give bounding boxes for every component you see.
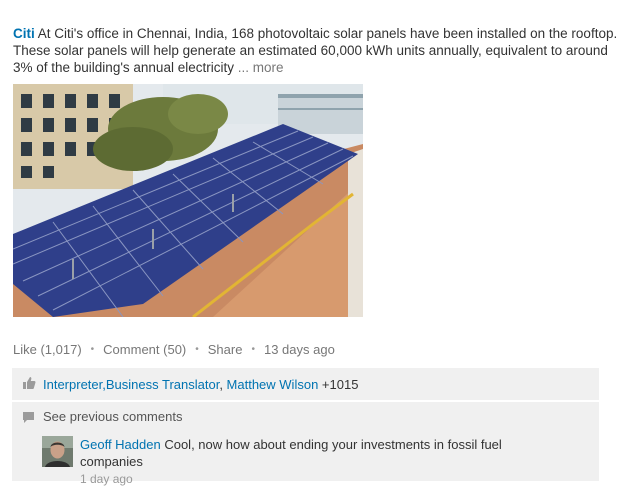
separator-dot: • — [251, 344, 255, 355]
like-button[interactable]: Like (1,017) — [13, 342, 82, 357]
post-ellipsis: ... — [233, 60, 253, 75]
comments-section: See previous comments Geoff Hadden Cool,… — [12, 402, 599, 486]
comment-button[interactable]: Comment (50) — [103, 342, 186, 357]
separator-dot: • — [195, 344, 199, 355]
liker-link[interactable]: Interpreter,Business Translator — [43, 377, 219, 392]
commenter-avatar[interactable] — [42, 436, 73, 467]
likes-more-count[interactable]: +1015 — [318, 377, 359, 392]
comment-timestamp: 1 day ago — [80, 472, 133, 486]
comment-bubble-icon — [23, 412, 34, 423]
post-author-link[interactable]: Citi — [13, 26, 35, 41]
see-previous-comments-link[interactable]: See previous comments — [43, 409, 182, 424]
post-image[interactable] — [13, 84, 363, 317]
post-text: Citi At Citi's office in Chennai, India,… — [13, 25, 623, 76]
likes-summary: Interpreter,Business Translator, Matthew… — [12, 368, 599, 400]
share-button[interactable]: Share — [208, 342, 243, 357]
post-actions: Like (1,017) • Comment (50) • Share • 13… — [13, 342, 335, 357]
more-link[interactable]: more — [253, 60, 284, 75]
thumbs-up-icon — [23, 377, 36, 389]
separator-dot: • — [90, 344, 95, 355]
likers-list: Interpreter,Business Translator, Matthew… — [43, 377, 358, 392]
post-body: At Citi's office in Chennai, India, 168 … — [13, 26, 618, 75]
commenter-name-link[interactable]: Geoff Hadden — [80, 437, 161, 452]
post-timestamp: 13 days ago — [263, 342, 335, 357]
liker-link[interactable]: Matthew Wilson — [227, 377, 319, 392]
comment-text: Geoff Hadden Cool, now how about ending … — [80, 436, 550, 470]
liker-separator: , — [219, 377, 227, 392]
